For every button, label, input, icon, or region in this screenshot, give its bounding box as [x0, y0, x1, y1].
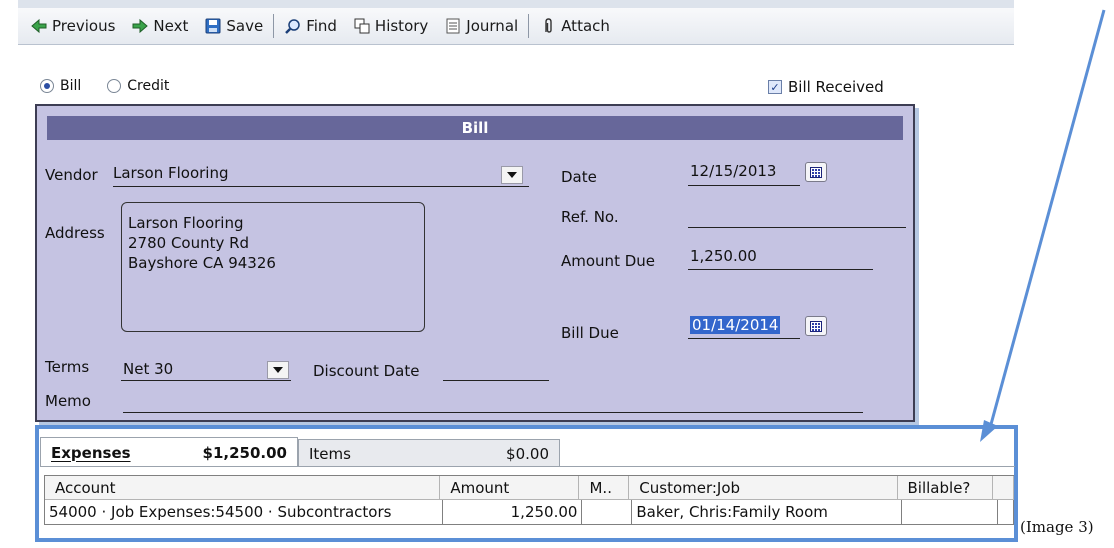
discount-date-label: Discount Date — [313, 362, 420, 380]
vendor-underline — [113, 186, 529, 187]
next-label: Next — [153, 17, 189, 35]
credit-radio-label[interactable]: Credit — [127, 78, 169, 94]
attach-label: Attach — [561, 17, 610, 35]
tab-items[interactable]: Items $0.00 — [298, 439, 560, 467]
previous-button[interactable]: Previous — [22, 11, 123, 41]
bill-due-field[interactable]: 01/14/2014 — [690, 316, 781, 334]
column-header-billable[interactable]: Billable? — [898, 476, 993, 499]
account-cell[interactable]: 54000 · Job Expenses:54500 · Subcontract… — [45, 500, 443, 524]
vendor-dropdown-button[interactable] — [501, 166, 523, 184]
history-button[interactable]: History — [345, 11, 436, 41]
tab-items-label: Items — [309, 444, 351, 463]
column-header-account[interactable]: Account — [45, 476, 441, 499]
credit-radio[interactable] — [107, 79, 122, 93]
next-icon — [132, 18, 149, 34]
journal-icon — [446, 18, 460, 34]
memo-label: Memo — [45, 392, 91, 410]
find-label: Find — [306, 17, 337, 35]
column-header-memo[interactable]: M.. — [579, 476, 630, 499]
memo-cell[interactable] — [582, 500, 633, 524]
journal-button[interactable]: Journal — [436, 11, 526, 41]
bill-due-label: Bill Due — [561, 324, 619, 342]
ref-no-underline — [688, 227, 906, 228]
address-line: 2780 County Rd — [128, 234, 250, 252]
image-caption: (Image 3) — [1020, 518, 1094, 536]
vendor-label: Vendor — [45, 166, 98, 184]
bill-header: Bill — [47, 116, 903, 140]
bill-received-checkbox[interactable]: ✓ Bill Received — [768, 78, 884, 96]
bill-form-panel: Bill Vendor Larson Flooring Address Lars… — [35, 104, 915, 422]
save-label: Save — [226, 17, 264, 35]
amount-cell[interactable]: 1,250.00 — [443, 500, 583, 524]
bill-radio[interactable] — [40, 79, 54, 93]
history-icon — [354, 18, 370, 34]
save-button[interactable]: Save — [196, 11, 271, 41]
bill-radio-label[interactable]: Bill — [60, 78, 81, 94]
customer-job-cell[interactable]: Baker, Chris:Family Room — [632, 500, 903, 524]
discount-date-field[interactable] — [443, 380, 549, 381]
date-underline — [688, 185, 800, 186]
calendar-icon — [810, 320, 822, 332]
address-line: Bayshore CA 94326 — [128, 254, 276, 272]
previous-icon — [31, 18, 47, 34]
journal-label: Journal — [466, 17, 519, 35]
column-header-class[interactable] — [993, 476, 1014, 499]
attach-button[interactable]: Attach — [531, 11, 618, 41]
bill-received-label: Bill Received — [788, 78, 884, 96]
tab-items-amount: $0.00 — [506, 444, 549, 463]
terms-label: Terms — [45, 358, 90, 376]
class-cell[interactable] — [998, 500, 1015, 524]
date-label: Date — [561, 168, 597, 186]
tab-divider — [40, 466, 1015, 467]
address-label: Address — [45, 224, 105, 242]
bill-due-selected-text[interactable]: 01/14/2014 — [690, 316, 781, 334]
terms-dropdown-button[interactable] — [267, 361, 289, 379]
save-icon — [205, 18, 221, 34]
expense-item-tabs: Expenses $1,250.00 Items $0.00 — [40, 437, 560, 467]
column-header-customer-job[interactable]: Customer:Job — [629, 476, 898, 499]
address-line: Larson Flooring — [128, 214, 244, 232]
tab-expenses[interactable]: Expenses $1,250.00 — [40, 437, 298, 467]
attach-icon — [545, 18, 552, 33]
amount-due-underline — [688, 269, 873, 270]
toolbar-separator — [273, 14, 275, 38]
calendar-icon — [810, 166, 822, 178]
memo-field[interactable] — [123, 412, 863, 413]
column-header-amount[interactable]: Amount — [440, 476, 580, 499]
date-field[interactable]: 12/15/2013 — [690, 162, 776, 180]
find-icon — [285, 19, 300, 34]
terms-field[interactable]: Net 30 — [123, 360, 173, 378]
checkmark-icon[interactable]: ✓ — [768, 80, 782, 94]
terms-underline — [121, 380, 291, 381]
date-calendar-button[interactable] — [805, 162, 827, 182]
table-row[interactable]: 54000 · Job Expenses:54500 · Subcontract… — [45, 500, 1015, 525]
address-box[interactable]: Larson Flooring 2780 County Rd Bayshore … — [121, 202, 425, 332]
billable-cell[interactable] — [902, 500, 999, 524]
amount-due-label: Amount Due — [561, 252, 655, 270]
vendor-field[interactable]: Larson Flooring — [113, 164, 229, 182]
grid-header-row: Account Amount M.. Customer:Job Billable… — [45, 475, 1014, 500]
window-title-bar-edge — [18, 0, 1014, 8]
expenses-grid: Account Amount M.. Customer:Job Billable… — [44, 475, 1015, 525]
tab-expenses-amount: $1,250.00 — [202, 443, 287, 462]
next-button[interactable]: Next — [123, 11, 196, 41]
bill-due-calendar-button[interactable] — [805, 316, 827, 336]
ref-no-label: Ref. No. — [561, 208, 619, 226]
amount-due-field[interactable]: 1,250.00 — [690, 247, 757, 265]
previous-label: Previous — [52, 17, 116, 35]
tab-expenses-label: Expenses — [51, 443, 131, 462]
bill-credit-selector: Bill Credit — [40, 78, 169, 94]
find-button[interactable]: Find — [276, 11, 345, 41]
toolbar-separator — [528, 14, 530, 38]
toolbar: Previous Next Save Find History Journal … — [18, 8, 1014, 45]
bill-due-underline — [688, 338, 800, 339]
history-label: History — [374, 17, 429, 35]
